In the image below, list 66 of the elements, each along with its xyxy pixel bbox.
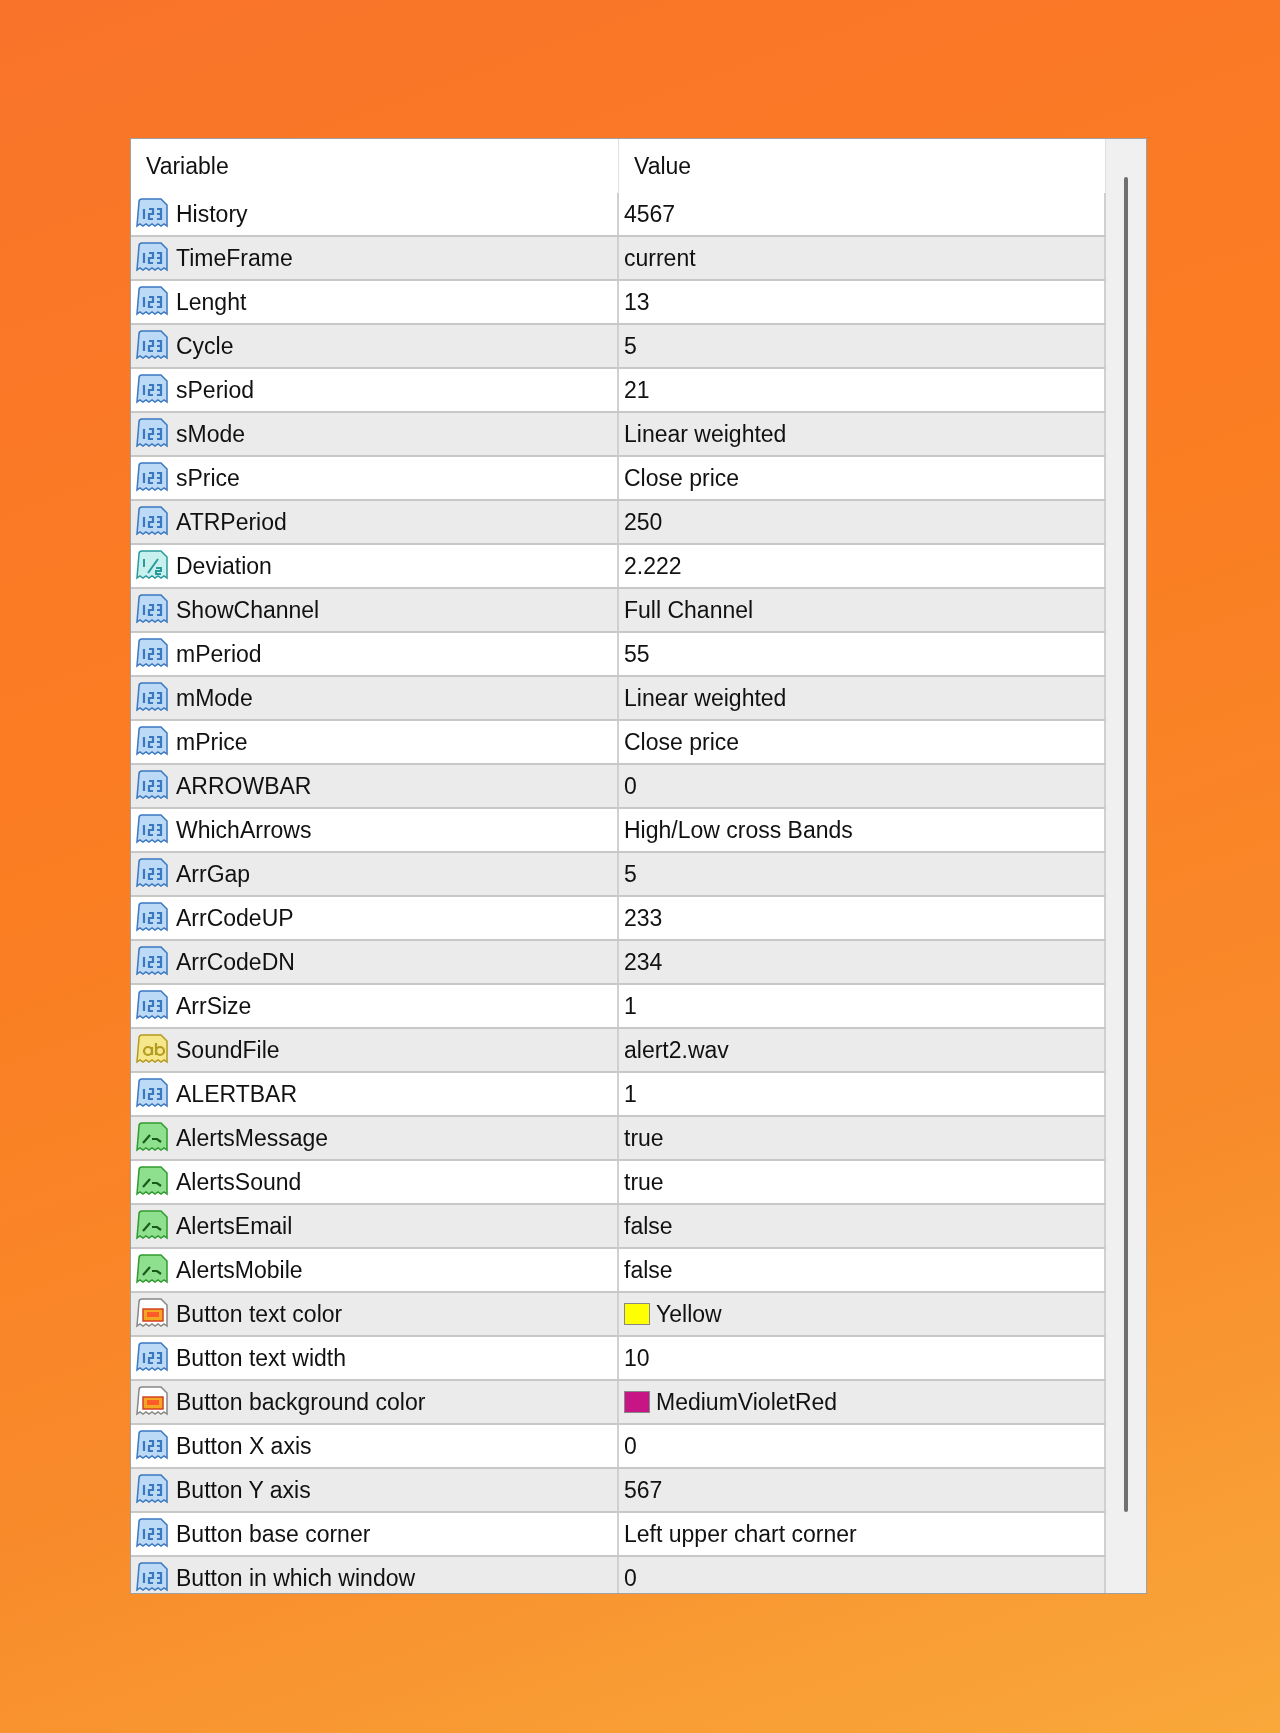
variable-value[interactable]: MediumVioletRed: [656, 1388, 838, 1416]
variable-value[interactable]: 233: [624, 904, 663, 932]
variable-name: ShowChannel: [176, 596, 320, 624]
variable-name: sPeriod: [176, 376, 254, 404]
variable-value[interactable]: Linear weighted: [624, 420, 787, 448]
variable-name: Cycle: [176, 332, 234, 360]
variable-value[interactable]: 21: [624, 376, 650, 404]
variable-name: AlertsMessage: [176, 1124, 329, 1152]
variable-value[interactable]: 0: [624, 772, 637, 800]
variable-value[interactable]: Close price: [624, 728, 740, 756]
variable-value[interactable]: alert2.wav: [624, 1036, 729, 1064]
variable-name: mPrice: [176, 728, 248, 756]
variable-value[interactable]: 0: [624, 1564, 637, 1592]
variable-name: WhichArrows: [176, 816, 312, 844]
variable-value[interactable]: current: [624, 244, 696, 272]
variable-name: AlertsMobile: [176, 1256, 303, 1284]
variable-name: Button in which window: [176, 1564, 416, 1592]
variable-name: mMode: [176, 684, 253, 712]
number-type-icon: [136, 1561, 170, 1593]
variable-value[interactable]: Yellow: [656, 1300, 722, 1328]
variable-name: sPrice: [176, 464, 240, 492]
variable-value[interactable]: false: [624, 1256, 673, 1284]
variable-value[interactable]: Left upper chart corner: [624, 1520, 857, 1548]
variable-value[interactable]: Close price: [624, 464, 740, 492]
variable-name: TimeFrame: [176, 244, 293, 272]
variable-value[interactable]: Linear weighted: [624, 684, 787, 712]
variable-value[interactable]: 567: [624, 1476, 663, 1504]
variable-name: sMode: [176, 420, 246, 448]
variable-name: Button Y axis: [176, 1476, 311, 1504]
variable-name: History: [176, 200, 248, 228]
variable-name: ArrCodeDN: [176, 948, 295, 976]
variable-value[interactable]: 5: [624, 332, 637, 360]
variable-value[interactable]: true: [624, 1168, 664, 1196]
variable-name: ATRPeriod: [176, 508, 287, 536]
variable-value[interactable]: 0: [624, 1432, 637, 1460]
variable-name: mPeriod: [176, 640, 262, 668]
variable-name: AlertsSound: [176, 1168, 302, 1196]
variable-name: ALERTBAR: [176, 1080, 297, 1108]
variable-name: Deviation: [176, 552, 272, 580]
variable-value[interactable]: 4567: [624, 200, 676, 228]
variable-value[interactable]: High/Low cross Bands: [624, 816, 853, 844]
variable-name: Button text color: [176, 1300, 343, 1328]
variable-value[interactable]: 13: [624, 288, 650, 316]
variable-value[interactable]: 10: [624, 1344, 650, 1372]
variable-name: ArrCodeUP: [176, 904, 294, 932]
variable-value[interactable]: Full Channel: [624, 596, 754, 624]
variable-name: Lenght: [176, 288, 247, 316]
variable-name: AlertsEmail: [176, 1212, 293, 1240]
variable-value[interactable]: 5: [624, 860, 637, 888]
variable-value[interactable]: 55: [624, 640, 650, 668]
variable-value[interactable]: 1: [624, 992, 637, 1020]
variable-name: Button base corner: [176, 1520, 371, 1548]
variable-value[interactable]: true: [624, 1124, 664, 1152]
variable-name: ArrGap: [176, 860, 251, 888]
variable-value[interactable]: false: [624, 1212, 673, 1240]
variable-value[interactable]: 250: [624, 508, 663, 536]
variable-name: Button background color: [176, 1388, 426, 1416]
variable-name: SoundFile: [176, 1036, 280, 1064]
variable-name: ArrSize: [176, 992, 252, 1020]
variable-value[interactable]: 1: [624, 1080, 637, 1108]
variable-name: Button text width: [176, 1344, 347, 1372]
variable-value[interactable]: 234: [624, 948, 663, 976]
variable-value[interactable]: 2.222: [624, 552, 682, 580]
variable-name: ARROWBAR: [176, 772, 312, 800]
variable-name: Button X axis: [176, 1432, 312, 1460]
scrollbar-thumb[interactable]: [1124, 177, 1128, 1512]
